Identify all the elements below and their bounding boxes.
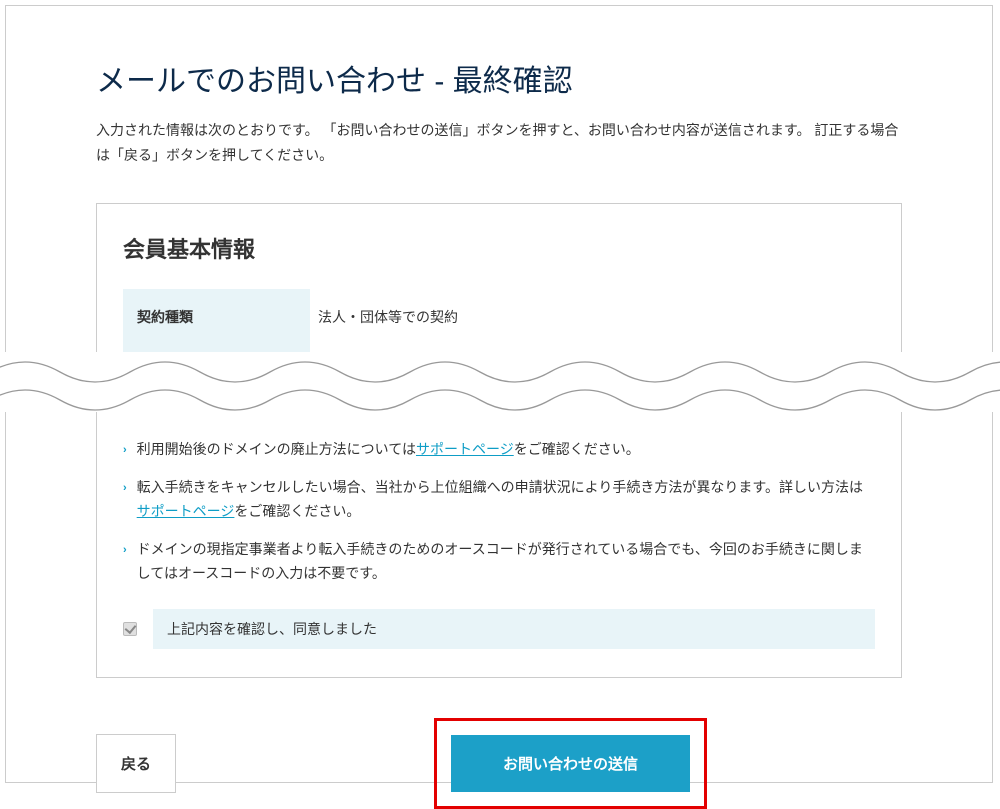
chevron-icon: › xyxy=(123,441,127,460)
note-item: › 利用開始後のドメインの廃止方法についてはサポートページをご確認ください。 xyxy=(123,438,875,462)
submit-highlight-box: お問い合わせの送信 xyxy=(434,718,707,809)
kv-value-contract-type: 法人・団体等での契約 xyxy=(310,289,472,345)
agree-text: 上記内容を確認し、同意しました xyxy=(153,609,875,649)
page-title: メールでのお問い合わせ - 最終確認 xyxy=(96,56,902,100)
chevron-icon: › xyxy=(123,479,127,498)
card-member-info: 会員基本情報 契約種類 法人・団体等での契約 会 › 利用開始後のドメインの廃止… xyxy=(96,203,902,678)
button-row: 戻る お問い合わせの送信 xyxy=(96,718,902,809)
back-button[interactable]: 戻る xyxy=(96,734,176,793)
note-text: をご確認ください。 xyxy=(234,503,360,519)
note-text: 利用開始後のドメインの廃止方法については xyxy=(137,441,416,457)
agree-checkbox[interactable] xyxy=(123,622,137,636)
kv-row-contract-type: 契約種類 法人・団体等での契約 xyxy=(123,289,875,345)
note-text: ドメインの現指定事業者より転入手続きのためのオースコードが発行されている場合でも… xyxy=(137,538,875,586)
chevron-icon: › xyxy=(123,541,127,560)
support-page-link[interactable]: サポートページ xyxy=(137,503,235,519)
note-text: をご確認ください。 xyxy=(514,441,640,457)
section-title-member: 会員基本情報 xyxy=(123,232,875,264)
note-item: › ドメインの現指定事業者より転入手続きのためのオースコードが発行されている場合… xyxy=(123,538,875,586)
agree-row: 上記内容を確認し、同意しました xyxy=(123,609,875,649)
note-text: 転入手続きをキャンセルしたい場合、当社から上位組織への申請状況により手続き方法が… xyxy=(137,479,863,495)
support-page-link[interactable]: サポートページ xyxy=(416,441,514,457)
note-item: › 転入手続きをキャンセルしたい場合、当社から上位組織への申請状況により手続き方… xyxy=(123,476,875,524)
notes-list: › 利用開始後のドメインの廃止方法についてはサポートページをご確認ください。 ›… xyxy=(123,438,875,585)
kv-label-contract-type: 契約種類 xyxy=(123,289,310,345)
intro-text: 入力された情報は次のとおりです。 「お問い合わせの送信」ボタンを押すと、お問い合… xyxy=(96,118,902,168)
tear-separator xyxy=(0,352,1000,412)
submit-button[interactable]: お問い合わせの送信 xyxy=(451,735,690,792)
